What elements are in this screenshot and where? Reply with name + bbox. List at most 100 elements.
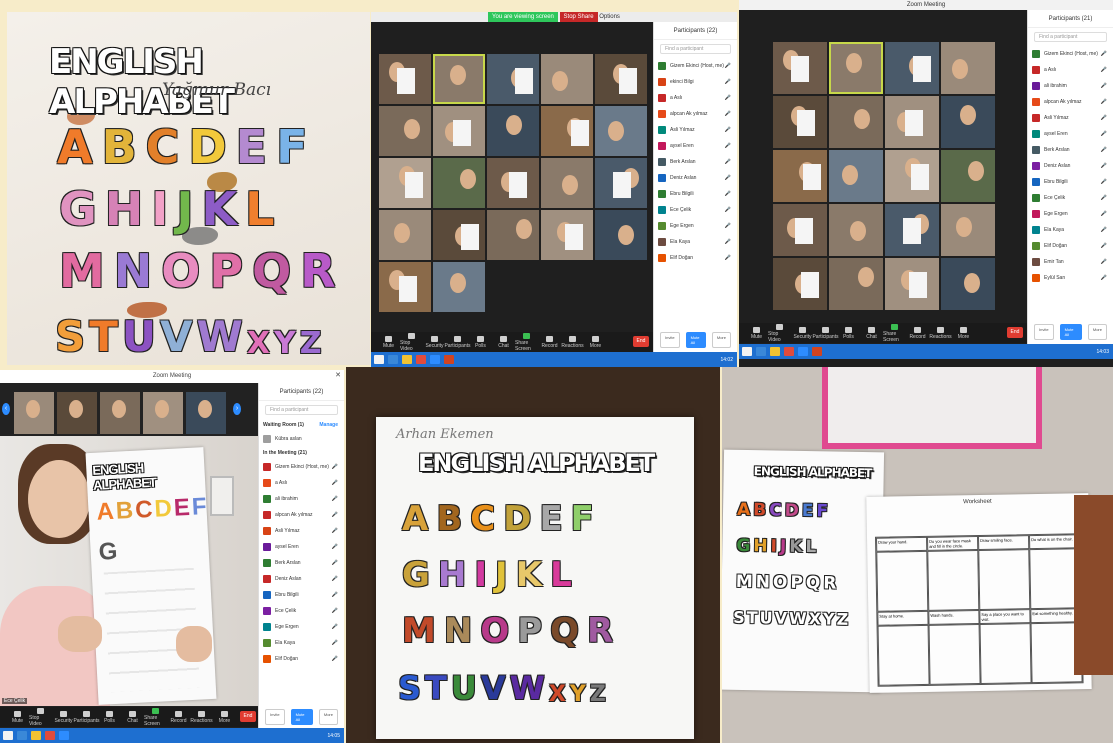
muted-mic-icon[interactable]: 🎤 (332, 656, 338, 662)
muted-mic-icon[interactable]: 🎤 (1101, 115, 1107, 121)
participant-row[interactable]: aysel Eren 🎤 (1028, 126, 1113, 142)
powerpoint-icon[interactable] (444, 355, 454, 364)
muted-mic-icon[interactable]: 🎤 (1101, 211, 1107, 217)
video-tile[interactable] (433, 54, 485, 104)
participant-row[interactable]: Asli Yılmaz 🎤 (259, 523, 344, 539)
video-tile[interactable] (379, 210, 431, 260)
control-more[interactable]: More (952, 326, 975, 340)
chevron-left-icon[interactable]: ‹ (2, 403, 10, 415)
participant-search-input[interactable]: Find a participant (660, 44, 731, 54)
participant-row[interactable]: Berk Arslan 🎤 (259, 555, 344, 571)
muted-mic-icon[interactable]: 🎤 (725, 95, 731, 101)
control-security[interactable]: Security (791, 326, 814, 340)
participant-row[interactable]: ekinci Bilgi 🎤 (654, 74, 737, 90)
participant-row[interactable]: Ela Kaya 🎤 (1028, 222, 1113, 238)
muted-mic-icon[interactable]: 🎤 (725, 63, 731, 69)
muted-mic-icon[interactable]: 🎤 (1101, 131, 1107, 137)
video-tile[interactable] (487, 210, 539, 260)
video-tile[interactable] (487, 106, 539, 156)
video-tile[interactable] (379, 106, 431, 156)
participant-row[interactable]: a Aslı 🎤 (1028, 62, 1113, 78)
control-record[interactable]: Record (167, 710, 190, 724)
participant-row[interactable]: Ege Ergen 🎤 (1028, 206, 1113, 222)
participant-row[interactable]: Gizem Ekinci (Host, me) 🎤 (654, 58, 737, 74)
folder-icon[interactable] (31, 731, 41, 740)
muted-mic-icon[interactable]: 🎤 (1101, 67, 1107, 73)
more-button[interactable]: More (1087, 324, 1107, 340)
control-polls[interactable]: Polls (469, 335, 492, 349)
ie-icon[interactable] (756, 347, 766, 356)
muted-mic-icon[interactable]: 🎤 (725, 223, 731, 229)
control-stop-video[interactable]: Stop Video (400, 332, 423, 352)
ie-icon[interactable] (388, 355, 398, 364)
start-icon[interactable] (374, 355, 384, 364)
video-tile[interactable] (941, 96, 995, 148)
chevron-right-icon[interactable]: › (233, 403, 241, 415)
participant-row[interactable]: Elif Doğan 🎤 (654, 250, 737, 266)
participant-search-input[interactable]: Find a participant (1034, 32, 1107, 42)
muted-mic-icon[interactable]: 🎤 (725, 79, 731, 85)
muted-mic-icon[interactable]: 🎤 (332, 592, 338, 598)
participant-row[interactable]: Asli Yılmaz 🎤 (1028, 110, 1113, 126)
ie-icon[interactable] (17, 731, 27, 740)
video-tile[interactable] (885, 42, 939, 94)
participant-row[interactable]: aysel Eren 🎤 (259, 539, 344, 555)
participant-row[interactable]: Ebru Bilgili 🎤 (654, 186, 737, 202)
muted-mic-icon[interactable]: 🎤 (725, 111, 731, 117)
muted-mic-icon[interactable]: 🎤 (332, 624, 338, 630)
participant-row[interactable]: Ege Ergen 🎤 (654, 218, 737, 234)
participant-row[interactable]: Asli Yılmaz 🎤 (654, 122, 737, 138)
zoom-icon[interactable] (798, 347, 808, 356)
muted-mic-icon[interactable]: 🎤 (725, 127, 731, 133)
control-more[interactable]: More (213, 710, 236, 724)
video-tile[interactable] (885, 258, 939, 310)
muted-mic-icon[interactable]: 🎤 (725, 239, 731, 245)
participant-row[interactable]: alpcan Ak yılmaz 🎤 (259, 507, 344, 523)
participant-row[interactable]: Elif Doğan 🎤 (1028, 238, 1113, 254)
video-tile[interactable] (773, 204, 827, 256)
control-share-screen[interactable]: Share Screen (144, 707, 167, 727)
participant-row[interactable]: Ebru Bilgili 🎤 (1028, 174, 1113, 190)
control-security[interactable]: Security (423, 335, 446, 349)
participant-row[interactable]: ali ibrahim 🎤 (259, 491, 344, 507)
participant-search-input[interactable]: Find a participant (265, 405, 338, 415)
muted-mic-icon[interactable]: 🎤 (332, 608, 338, 614)
video-tile[interactable] (885, 150, 939, 202)
folder-icon[interactable] (770, 347, 780, 356)
more-button[interactable]: More (318, 709, 338, 725)
participant-row[interactable]: Ece Çelik 🎤 (259, 603, 344, 619)
video-tile[interactable] (773, 42, 827, 94)
participant-row[interactable]: a Aslı 🎤 (259, 475, 344, 491)
control-mute[interactable]: Mute (6, 710, 29, 724)
powerpoint-icon[interactable] (812, 347, 822, 356)
muted-mic-icon[interactable]: 🎤 (1101, 83, 1107, 89)
control-reactions[interactable]: Reactions (929, 326, 952, 340)
video-tile[interactable] (829, 150, 883, 202)
video-tile[interactable] (433, 210, 485, 260)
video-tile[interactable] (541, 106, 593, 156)
options-link[interactable]: Options (599, 14, 620, 20)
participant-row[interactable]: Emir Tan 🎤 (1028, 254, 1113, 270)
video-tile[interactable] (773, 96, 827, 148)
muted-mic-icon[interactable]: 🎤 (332, 464, 338, 470)
video-tile[interactable] (595, 106, 647, 156)
video-thumbnail[interactable] (186, 392, 226, 434)
participant-row[interactable]: Gizem Ekinci (Host, me) 🎤 (259, 459, 344, 475)
muted-mic-icon[interactable]: 🎤 (1101, 163, 1107, 169)
muted-mic-icon[interactable]: 🎤 (1101, 195, 1107, 201)
video-tile[interactable] (595, 210, 647, 260)
video-tile[interactable] (941, 204, 995, 256)
control-polls[interactable]: Polls (837, 326, 860, 340)
mute-all-button[interactable]: Mute All (290, 709, 313, 725)
video-tile[interactable] (829, 96, 883, 148)
control-mute[interactable]: Mute (745, 326, 768, 340)
participant-row[interactable]: Gizem Ekinci (Host, me) 🎤 (1028, 46, 1113, 62)
video-thumbnail[interactable] (100, 392, 140, 434)
participant-row[interactable]: Elif Doğan 🎤 (259, 651, 344, 667)
video-tile[interactable] (829, 42, 883, 94)
end-meeting-button[interactable]: End (240, 711, 256, 722)
participant-row[interactable]: Ege Ergen 🎤 (259, 619, 344, 635)
video-tile[interactable] (595, 158, 647, 208)
start-icon[interactable] (3, 731, 13, 740)
video-tile[interactable] (773, 258, 827, 310)
